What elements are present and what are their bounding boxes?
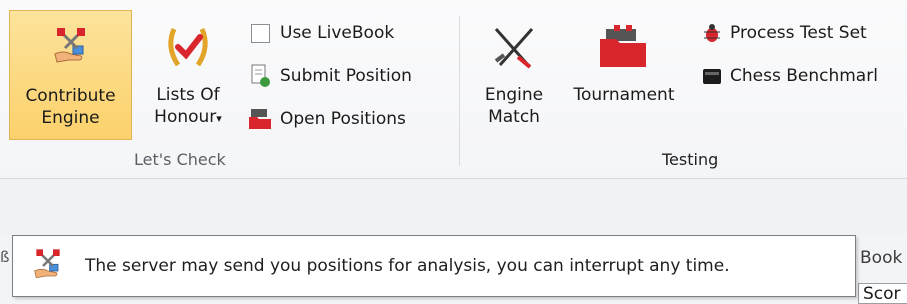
lists-of-honour-label-line2: Honour▾ bbox=[154, 107, 222, 127]
contribute-engine-button[interactable]: Contribute Engine bbox=[9, 10, 132, 140]
process-test-set-button[interactable]: Process Test Set bbox=[698, 18, 867, 48]
group-label-lets-check: Let's Check bbox=[134, 150, 226, 169]
tooltip: The server may send you positions for an… bbox=[12, 235, 856, 297]
chess-benchmark-button[interactable]: Chess Benchmarl bbox=[698, 61, 878, 91]
background-edge-glyph: ß bbox=[0, 248, 10, 266]
hand-with-computer-icon bbox=[47, 11, 95, 85]
engine-match-button[interactable]: Engine Match bbox=[474, 10, 554, 140]
lists-of-honour-button[interactable]: Lists Of Honour▾ bbox=[142, 10, 234, 140]
hand-with-computer-icon bbox=[19, 237, 77, 295]
laurel-checkmark-icon bbox=[162, 10, 214, 84]
checkbox-icon[interactable] bbox=[246, 19, 274, 47]
ribbon: Contribute Engine Lists Of Honour▾ Use L… bbox=[0, 0, 907, 179]
background-book-tab[interactable]: Book bbox=[860, 248, 902, 268]
crossed-swords-icon bbox=[488, 10, 540, 84]
toolbar-band bbox=[0, 179, 907, 235]
group-label-testing: Testing bbox=[662, 150, 719, 169]
chess-benchmark-label: Chess Benchmarl bbox=[730, 66, 878, 86]
background-score-header[interactable]: Scor bbox=[858, 283, 907, 304]
process-test-set-label: Process Test Set bbox=[730, 23, 867, 43]
red-folder-stack-icon bbox=[246, 105, 274, 133]
lists-of-honour-label-line1: Lists Of bbox=[156, 85, 220, 105]
dropdown-arrow-icon: ▾ bbox=[216, 112, 222, 125]
document-upload-icon bbox=[246, 62, 274, 90]
red-folder-icon bbox=[596, 10, 652, 84]
use-livebook-toggle[interactable]: Use LiveBook bbox=[246, 18, 394, 48]
tournament-label: Tournament bbox=[573, 85, 675, 105]
tooltip-text: The server may send you positions for an… bbox=[85, 256, 730, 276]
contribute-engine-label-line2: Engine bbox=[41, 108, 100, 128]
contribute-engine-label-line1: Contribute bbox=[25, 86, 116, 106]
use-livebook-label: Use LiveBook bbox=[280, 23, 395, 43]
open-positions-button[interactable]: Open Positions bbox=[246, 104, 406, 134]
engine-match-label-line1: Engine bbox=[484, 85, 544, 105]
submit-position-button[interactable]: Submit Position bbox=[246, 61, 412, 91]
group-separator bbox=[459, 16, 460, 166]
black-box-icon bbox=[698, 62, 726, 90]
bug-icon bbox=[698, 19, 726, 47]
engine-match-label-line2: Match bbox=[488, 107, 540, 127]
open-positions-label: Open Positions bbox=[280, 109, 406, 129]
submit-position-label: Submit Position bbox=[280, 66, 412, 86]
tournament-button[interactable]: Tournament bbox=[560, 10, 688, 140]
